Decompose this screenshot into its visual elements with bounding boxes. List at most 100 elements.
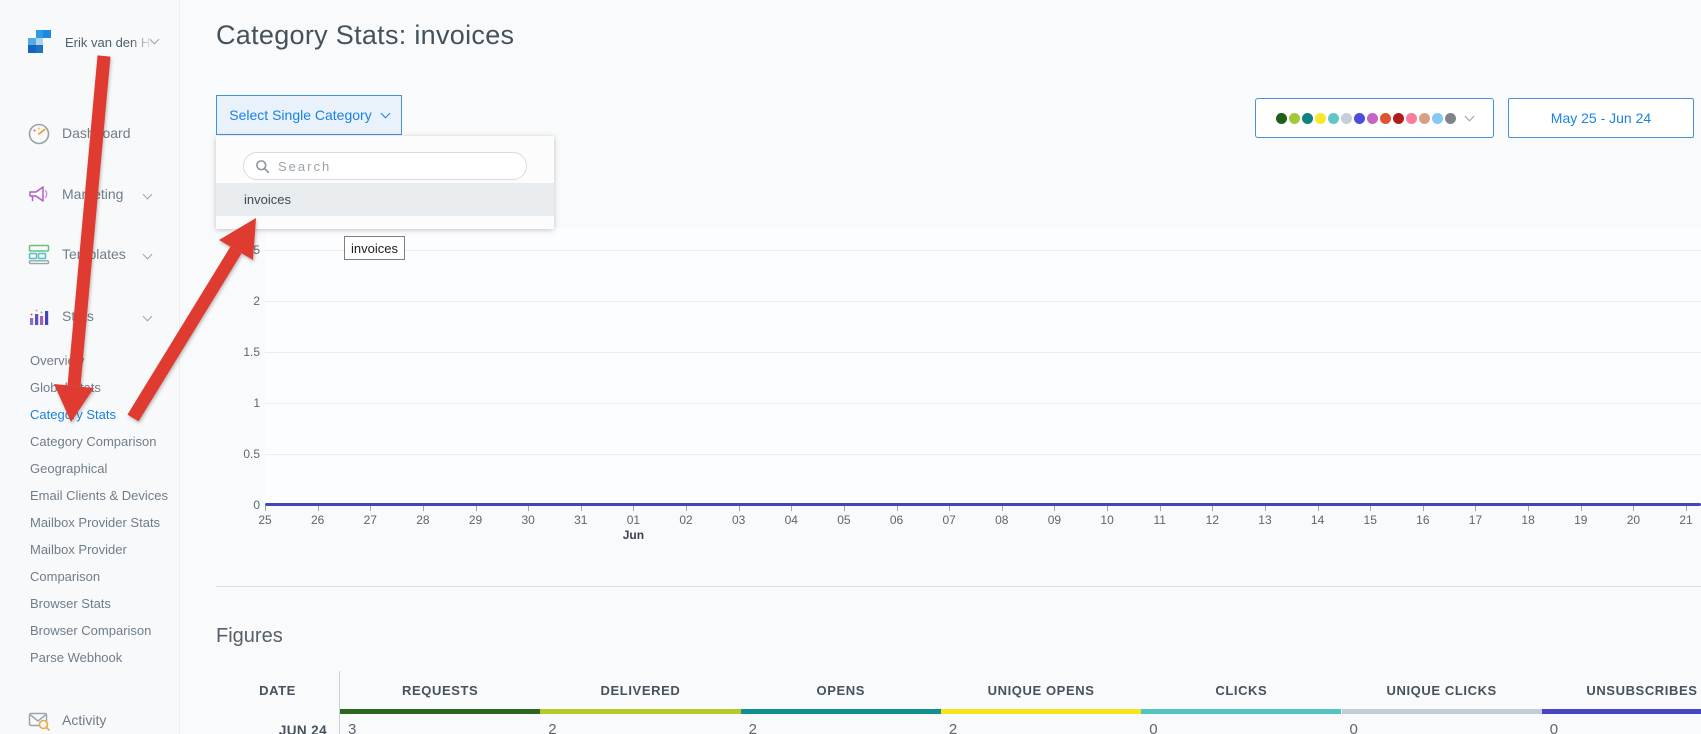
y-tick-label: 1 — [222, 396, 260, 410]
sidebar-item-label: Stats — [62, 308, 94, 324]
category-tooltip: invoices — [344, 236, 405, 260]
category-stats-chart: 00.511.522.52526272829303101Jun020304050… — [0, 0, 1701, 734]
chart-series-line — [265, 503, 1701, 506]
sidebar-subitem-browser-stats[interactable]: Browser Stats — [30, 590, 180, 617]
gridline — [265, 250, 1701, 251]
x-tick — [318, 506, 319, 511]
sidebar-subitem-mailbox-provider-stats[interactable]: Mailbox Provider Stats — [30, 509, 180, 536]
category-dropdown-panel: invoices — [216, 136, 554, 229]
x-tick — [1581, 506, 1582, 511]
dashboard-gauge-icon — [26, 120, 52, 146]
sidebar-subitem-global-stats[interactable]: Global Stats — [30, 374, 180, 401]
x-tick — [1423, 506, 1424, 511]
x-tick-label: 31 — [568, 513, 594, 527]
x-tick — [686, 506, 687, 511]
x-tick — [1318, 506, 1319, 511]
category-search[interactable] — [243, 152, 527, 180]
templates-icon — [26, 241, 52, 267]
x-tick-label: 21 — [1673, 513, 1699, 527]
x-tick — [1160, 506, 1161, 511]
x-tick — [1107, 506, 1108, 511]
sidebar-item-label: Templates — [62, 246, 126, 262]
x-tick — [791, 506, 792, 511]
y-tick-label: 0.5 — [222, 447, 260, 461]
x-tick-label: 30 — [515, 513, 541, 527]
x-tick — [739, 506, 740, 511]
gridline — [265, 403, 1701, 404]
search-icon — [255, 159, 270, 174]
sidebar-subitem-mailbox-provider-comparison[interactable]: Mailbox Provider Comparison — [30, 536, 180, 590]
month-label: Jun — [618, 528, 648, 542]
sidebar-subitem-category-comparison[interactable]: Category Comparison — [30, 428, 180, 455]
x-tick-label: 28 — [410, 513, 436, 527]
x-tick-label: 09 — [1041, 513, 1067, 527]
activity-envelope-search-icon — [26, 707, 52, 733]
sidebar-item-templates[interactable]: Templates — [0, 234, 180, 274]
gridline — [265, 301, 1701, 302]
x-tick — [1265, 506, 1266, 511]
megaphone-icon — [26, 181, 52, 207]
x-tick — [528, 506, 529, 511]
x-tick — [1528, 506, 1529, 511]
x-tick-label: 07 — [936, 513, 962, 527]
sidebar-item-dashboard[interactable]: Dashboard — [0, 113, 180, 153]
x-tick-label: 08 — [989, 513, 1015, 527]
x-tick-label: 14 — [1305, 513, 1331, 527]
x-tick-label: 18 — [1515, 513, 1541, 527]
category-search-input[interactable] — [278, 159, 498, 174]
x-tick-label: 26 — [305, 513, 331, 527]
x-tick-label: 15 — [1357, 513, 1383, 527]
sidebar-subitem-geographical[interactable]: Geographical — [30, 455, 180, 482]
x-tick-label: 02 — [673, 513, 699, 527]
x-tick — [897, 506, 898, 511]
x-tick — [1212, 506, 1213, 511]
x-tick — [1370, 506, 1371, 511]
x-tick — [370, 506, 371, 511]
x-tick-label: 10 — [1094, 513, 1120, 527]
app-window: Erik van den Heu Dashboard — [0, 0, 1701, 734]
x-tick-label: 05 — [831, 513, 857, 527]
x-tick — [581, 506, 582, 511]
sidebar: Erik van den Heu Dashboard — [0, 0, 180, 734]
stats-subnav: OverviewGlobal StatsCategory StatsCatego… — [30, 347, 180, 671]
sidebar-subitem-category-stats[interactable]: Category Stats — [30, 401, 180, 428]
sidebar-item-label: Marketing — [62, 186, 123, 202]
x-tick-label: 20 — [1620, 513, 1646, 527]
bar-chart-icon — [26, 303, 52, 329]
x-tick-label: 29 — [463, 513, 489, 527]
x-tick — [949, 506, 950, 511]
x-tick-label: 19 — [1568, 513, 1594, 527]
sidebar-subitem-parse-webhook[interactable]: Parse Webhook — [30, 644, 180, 671]
y-tick-label: 2.5 — [222, 243, 260, 257]
x-tick — [633, 506, 634, 511]
x-tick — [476, 506, 477, 511]
sidebar-item-activity[interactable]: Activity — [0, 700, 180, 734]
x-tick-label: 16 — [1410, 513, 1436, 527]
account-menu[interactable]: Erik van den Heu — [28, 30, 51, 53]
x-tick-label: 06 — [884, 513, 910, 527]
x-tick-label: 11 — [1147, 513, 1173, 527]
chevron-down-icon — [143, 312, 153, 322]
gridline — [265, 454, 1701, 455]
x-tick-label: 04 — [778, 513, 804, 527]
x-tick — [265, 506, 266, 511]
x-tick — [1475, 506, 1476, 511]
x-tick-label: 13 — [1252, 513, 1278, 527]
sidebar-subitem-overview[interactable]: Overview — [30, 347, 180, 374]
sidebar-item-stats[interactable]: Stats — [0, 296, 180, 336]
category-option-invoices[interactable]: invoices — [216, 183, 554, 216]
x-tick — [1002, 506, 1003, 511]
x-tick-label: 03 — [726, 513, 752, 527]
x-tick — [1633, 506, 1634, 511]
sidebar-subitem-browser-comparison[interactable]: Browser Comparison — [30, 617, 180, 644]
account-logo — [28, 30, 51, 53]
chevron-down-icon — [143, 190, 153, 200]
sidebar-item-label: Dashboard — [62, 125, 131, 141]
x-tick — [423, 506, 424, 511]
sidebar-subitem-email-clients-devices[interactable]: Email Clients & Devices — [30, 482, 180, 509]
x-tick-label: 25 — [252, 513, 278, 527]
y-tick-label: 2 — [222, 294, 260, 308]
sidebar-item-label: Activity — [62, 712, 106, 728]
chart-plot-area — [265, 228, 1701, 505]
sidebar-item-marketing[interactable]: Marketing — [0, 174, 180, 214]
